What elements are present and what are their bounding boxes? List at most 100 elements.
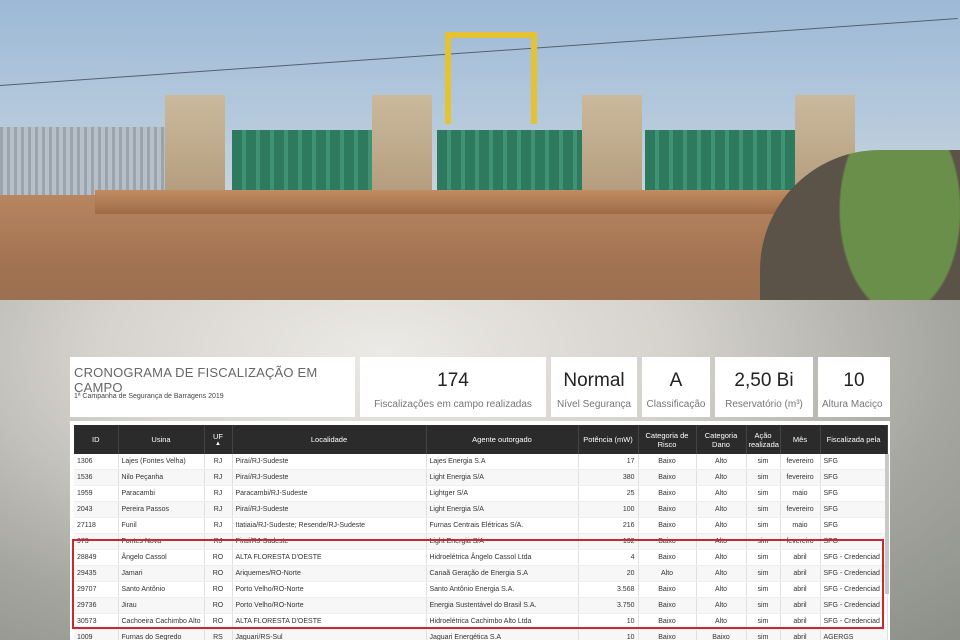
dam-pier	[372, 95, 432, 190]
table-row[interactable]: 1959 Paracambi RJ Paracambi/RJ-Sudeste Light…	[74, 485, 888, 502]
cell-potencia: 3.568	[578, 581, 639, 598]
cell-risco: Baixo	[638, 485, 697, 502]
cell-agente: Lajes Energia S.A	[426, 454, 579, 470]
gantry-crane	[445, 32, 537, 124]
cell-acao: sim	[746, 549, 781, 566]
cell-localidade: Porto Velho/RO-Norte	[232, 597, 427, 614]
cell-potencia: 17	[578, 454, 639, 470]
title-card: CRONOGRAMA DE FISCALIZAÇÃO EM CAMPO 1ª C…	[70, 357, 355, 417]
table-row[interactable]: 27118 Funil RJ Itatiaia/RJ-Sudeste; Resende…	[74, 517, 888, 534]
kpi-value: 174	[437, 370, 469, 391]
kpi-label: Nível Segurança	[557, 399, 631, 410]
column-header-risco[interactable]: Categoria de Risco	[638, 425, 697, 454]
cell-acao: sim	[746, 533, 781, 550]
column-header-mes[interactable]: Mês	[780, 425, 821, 454]
cell-uf: RO	[204, 565, 233, 582]
table-row[interactable]: 1009 Furnas do Segredo RS Jaguari/RS-Sul Jag…	[74, 629, 888, 640]
table-row[interactable]: 29435 Jamari RO Ariquemes/RO-Norte Canaã Ger…	[74, 565, 888, 582]
cell-potencia: 100	[578, 501, 639, 518]
cell-fiscalizada: SFG	[820, 517, 888, 534]
cell-localidade: Itatiaia/RJ-Sudeste; Resende/RJ-Sudeste	[232, 517, 427, 534]
cell-id: 1536	[74, 469, 119, 486]
cell-id: 2043	[74, 501, 119, 518]
cell-uf: RJ	[204, 469, 233, 486]
table-row[interactable]: 29736 Jirau RO Porto Velho/RO-Norte Energia …	[74, 597, 888, 614]
cell-potencia: 10	[578, 613, 639, 630]
cell-localidade: Ariquemes/RO-Norte	[232, 565, 427, 582]
inspection-dashboard: CRONOGRAMA DE FISCALIZAÇÃO EM CAMPO 1ª C…	[70, 357, 890, 640]
column-header-id[interactable]: ID	[74, 425, 119, 454]
table-row[interactable]: 1306 Lajes (Fontes Velha) RJ Piraí/RJ-Sudes…	[74, 454, 888, 470]
cell-id: 29736	[74, 597, 119, 614]
table-row[interactable]: 973 Fontes Nova RJ Piraí/RJ-Sudeste Light En…	[74, 533, 888, 550]
dam-bridge	[95, 190, 815, 214]
cell-localidade: Piraí/RJ-Sudeste	[232, 501, 427, 518]
cell-usina: Lajes (Fontes Velha)	[118, 454, 205, 470]
column-header-usina[interactable]: Usina	[118, 425, 205, 454]
table-scrollbar[interactable]	[885, 454, 889, 594]
cell-potencia: 3.750	[578, 597, 639, 614]
cell-fiscalizada: SFG - Credenciad	[820, 581, 888, 598]
cell-agente: Jaguari Energética S.A	[426, 629, 579, 640]
cell-id: 973	[74, 533, 119, 550]
table-row[interactable]: 1536 Nilo Peçanha RJ Piraí/RJ-Sudeste Light …	[74, 469, 888, 486]
column-header-acao[interactable]: Ação realizada	[746, 425, 781, 454]
column-header-label: UF	[213, 432, 223, 441]
cell-agente: Energia Sustentável do Brasil S.A.	[426, 597, 579, 614]
cell-dano: Baixo	[696, 629, 747, 640]
cell-fiscalizada: SFG	[820, 501, 888, 518]
cell-acao: sim	[746, 469, 781, 486]
cell-uf: RO	[204, 581, 233, 598]
cell-risco: Baixo	[638, 517, 697, 534]
cell-dano: Alto	[696, 597, 747, 614]
cell-agente: Light Energia S/A	[426, 533, 579, 550]
cell-usina: Pereira Passos	[118, 501, 205, 518]
cell-mes: fevereiro	[780, 533, 821, 550]
cell-usina: Ângelo Cassol	[118, 549, 205, 566]
cell-uf: RS	[204, 629, 233, 640]
column-header-potencia[interactable]: Potência (mW)	[578, 425, 639, 454]
cell-agente: Hidroelétrica Cachimbo Alto Ltda	[426, 613, 579, 630]
cell-uf: RO	[204, 613, 233, 630]
cell-localidade: Jaguari/RS-Sul	[232, 629, 427, 640]
sort-ascending-icon: ▲	[215, 441, 221, 447]
kpi-label: Classificação	[646, 399, 706, 410]
column-header-dano[interactable]: Categoria Dano	[696, 425, 747, 454]
column-header-localidade[interactable]: Localidade	[232, 425, 427, 454]
cell-mes: fevereiro	[780, 469, 821, 486]
cell-dano: Alto	[696, 613, 747, 630]
cell-localidade: Piraí/RJ-Sudeste	[232, 469, 427, 486]
cell-risco: Baixo	[638, 533, 697, 550]
cell-potencia: 20	[578, 565, 639, 582]
cell-fiscalizada: AGERGS	[820, 629, 888, 640]
table-row[interactable]: 2043 Pereira Passos RJ Piraí/RJ-Sudeste Ligh…	[74, 501, 888, 518]
cell-agente: Hidroelétrica Ângelo Cassol Ltda	[426, 549, 579, 566]
cell-dano: Alto	[696, 549, 747, 566]
kpi-card-safety-level: Normal Nível Segurança	[551, 357, 637, 417]
cell-dano: Alto	[696, 485, 747, 502]
cell-dano: Alto	[696, 454, 747, 470]
cell-uf: RJ	[204, 533, 233, 550]
column-header-uf[interactable]: UF ▲	[204, 425, 233, 454]
kpi-card-classification: A Classificação	[642, 357, 710, 417]
cell-dano: Alto	[696, 565, 747, 582]
cell-localidade: Piraí/RJ-Sudeste	[232, 533, 427, 550]
table-row[interactable]: 28849 Ângelo Cassol RO ALTA FLORESTA D'OEST…	[74, 549, 888, 566]
cell-risco: Baixo	[638, 454, 697, 470]
cell-mes: abril	[780, 613, 821, 630]
cell-localidade: Paracambi/RJ-Sudeste	[232, 485, 427, 502]
cell-agente: Furnas Centrais Elétricas S/A.	[426, 517, 579, 534]
cell-risco: Baixo	[638, 501, 697, 518]
cell-risco: Baixo	[638, 629, 697, 640]
table-row[interactable]: 30573 Cachoeira Cachimbo Alto RO ALTA FLORE…	[74, 613, 888, 630]
kpi-card-dam-height: 10 Altura Maciço	[818, 357, 890, 417]
table-row[interactable]: 29707 Santo Antônio RO Porto Velho/RO-Norte…	[74, 581, 888, 598]
column-header-agente[interactable]: Agente outorgado	[426, 425, 579, 454]
cell-mes: maio	[780, 517, 821, 534]
cell-localidade: ALTA FLORESTA D'OESTE	[232, 549, 427, 566]
inspection-table: ID Usina UF ▲ Localidade Agente outorgad…	[74, 425, 888, 640]
cell-agente: Light Energia S/A	[426, 469, 579, 486]
cell-risco: Baixo	[638, 469, 697, 486]
column-header-fiscalizada[interactable]: Fiscalizada pela	[820, 425, 888, 454]
cell-dano: Alto	[696, 469, 747, 486]
